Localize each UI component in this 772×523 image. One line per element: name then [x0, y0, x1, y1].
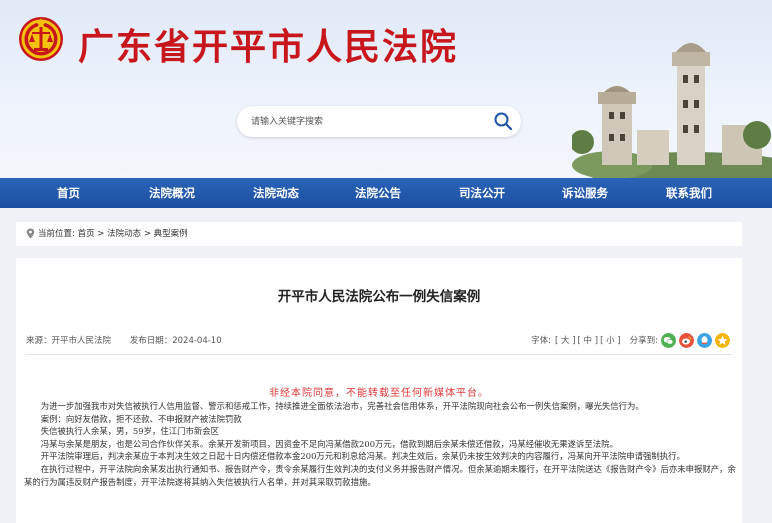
nav-court-notices[interactable]: 法院公告	[355, 178, 401, 208]
breadcrumb-separator: >	[94, 229, 108, 239]
wechat-icon[interactable]	[661, 332, 676, 348]
breadcrumb-typical-cases[interactable]: 典型案例	[154, 229, 188, 239]
article-paragraph: 在执行过程中，开平法院向余某发出执行通知书、报告财产令，责令余某履行生效判决的支…	[24, 463, 736, 487]
breadcrumb-label: 当前位置:	[38, 229, 75, 239]
font-size-small[interactable]: [ 小 ]	[600, 334, 621, 346]
breadcrumb-home[interactable]: 首页	[78, 229, 95, 239]
search-input[interactable]	[251, 112, 479, 131]
article-paragraph: 冯某与余某是朋友，也是公司合作伙伴关系。余某开发新项目，因资金不足向冯某借款20…	[40, 438, 618, 449]
article-title: 开平市人民法院公布一例失信案例	[277, 289, 481, 305]
site-title: 广东省开平市人民法院	[78, 27, 459, 68]
font-size-label: 字体:	[531, 336, 551, 346]
nav-contact-us[interactable]: 联系我们	[666, 178, 712, 208]
court-emblem-icon	[19, 17, 63, 61]
font-size-medium[interactable]: [ 中 ]	[578, 334, 599, 346]
meta-divider	[26, 354, 732, 355]
article-tools: 字体: [ 大 ] [ 中 ] [ 小 ] 分享到:	[531, 331, 730, 349]
nav-litigation-services[interactable]: 诉讼服务	[562, 178, 608, 208]
breadcrumb-court-news[interactable]: 法院动态	[107, 229, 141, 239]
article-paragraph: 开平法院审理后，判决余某应于本判决生效之日起十日内偿还借款本金200万元和利息给…	[40, 451, 685, 462]
qzone-icon[interactable]	[715, 332, 730, 348]
share-label: 分享到:	[629, 336, 658, 346]
breadcrumb-separator: >	[141, 229, 154, 239]
nav-judicial-openness[interactable]: 司法公开	[459, 178, 505, 208]
article-paragraph: 失信被执行人余某，男，59岁，住江门市新会区	[40, 426, 219, 437]
article-source: 来源：开平市人民法院	[26, 336, 112, 346]
article-date: 发布日期：2024-04-10	[129, 336, 222, 346]
nav-home[interactable]: 首页	[57, 178, 80, 208]
article-paragraph: 案例：向好友借款，拒不还款、不申报财产被法院罚款	[40, 413, 242, 424]
article-body: 为进一步加强我市对失信被执行人信用监督、警示和惩戒工作，持续推进全面依法治市，完…	[24, 400, 736, 488]
search-icon[interactable]	[493, 111, 513, 131]
main-nav: 首页 法院概况 法院动态 法院公告 司法公开 诉讼服务 联系我们	[0, 178, 772, 208]
location-pin-icon	[26, 228, 35, 239]
article-paragraph: 为进一步加强我市对失信被执行人信用监督、警示和惩戒工作，持续推进全面依法治市，完…	[40, 401, 644, 411]
breadcrumb: 当前位置: 首页 > 法院动态 > 典型案例	[26, 222, 188, 246]
weibo-icon[interactable]	[679, 332, 694, 348]
nav-court-news[interactable]: 法院动态	[253, 178, 299, 208]
font-size-large[interactable]: [ 大 ]	[555, 334, 576, 346]
reprint-notice: 非经本院同意，不能转载至任何新媒体平台。	[269, 388, 489, 399]
article-meta: 来源：开平市人民法院 发布日期：2024-04-10	[26, 334, 238, 346]
article-panel: 开平市人民法院公布一例失信案例 来源：开平市人民法院 发布日期：2024-04-…	[16, 258, 742, 523]
qq-icon[interactable]	[697, 332, 712, 348]
site-header: 广东省开平市人民法院	[0, 0, 772, 178]
nav-court-overview[interactable]: 法院概况	[149, 178, 195, 208]
breadcrumb-bar: 当前位置: 首页 > 法院动态 > 典型案例	[16, 222, 742, 246]
search-box	[237, 106, 521, 137]
diaolou-towers-illustration	[572, 43, 772, 178]
